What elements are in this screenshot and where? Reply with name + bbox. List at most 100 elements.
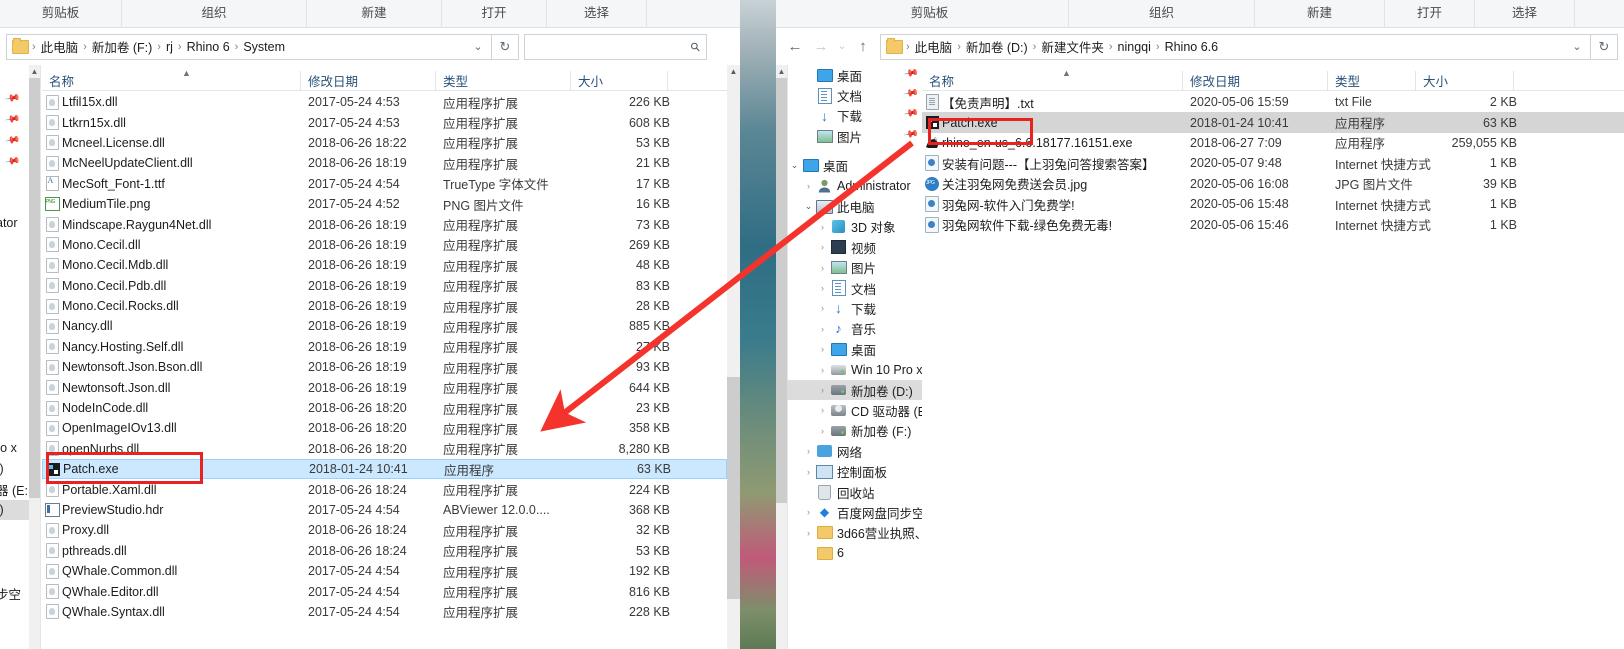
nav-item-14[interactable]: › 桌面 <box>787 339 922 359</box>
scroll-up-icon[interactable]: ▲ <box>727 65 740 79</box>
nav-pane-left-clipped[interactable]: 📌📌📌📌atorro x:)器 (E::)步空 ▲ <box>0 65 42 649</box>
ribbon-group-clipboard[interactable]: 剪贴板 <box>791 0 1069 27</box>
column-header-spare[interactable] <box>667 71 727 90</box>
file-name-cell[interactable]: Mindscape.Raygun4Net.dll <box>42 217 308 233</box>
file-name-cell[interactable]: Mcneel.License.dll <box>42 135 308 151</box>
file-name-cell[interactable]: 关注羽兔网免费送会员.jpg <box>922 174 1190 193</box>
ribbon-group-open[interactable]: 打开 <box>1385 0 1475 27</box>
nav-item-15[interactable]: › Win 10 Pro x <box>787 359 922 379</box>
nav-item-6[interactable]: › Administrator <box>787 176 922 196</box>
breadcrumb-left[interactable]: › 此电脑 › 新加卷 (F:) › rj › Rhino 6 › System… <box>6 33 492 60</box>
table-row[interactable]: Mono.Cecil.Rocks.dll 2018-06-26 18:19 应用程序… <box>42 296 727 316</box>
nav-item-clipped[interactable]: 📌 <box>0 151 29 171</box>
file-name-cell[interactable]: PreviewStudio.hdr <box>42 503 308 517</box>
pin-icon[interactable]: 📌 <box>4 111 21 127</box>
table-row[interactable]: 关注羽兔网免费送会员.jpg 2020-05-06 16:08 JPG 图片文件 39… <box>922 174 1624 194</box>
file-name-cell[interactable]: Mono.Cecil.Pdb.dll <box>42 278 308 294</box>
nav-item-22[interactable]: › ◆ 百度网盘同步空 <box>787 502 922 522</box>
forward-button[interactable]: → <box>808 34 834 60</box>
table-row[interactable]: MediumTile.png 2017-05-24 4:52 PNG 图片文件 16 … <box>42 194 727 214</box>
chevron-down-icon[interactable]: ⌄ <box>787 160 802 171</box>
file-name-cell[interactable]: MediumTile.png <box>42 197 308 212</box>
column-header-date[interactable]: 修改日期 <box>300 71 435 90</box>
address-bar-right[interactable]: ← → ⌄ ↑ › 此电脑 › 新加卷 (D:) › 新建文件夹 › ningq… <box>776 28 1624 65</box>
nav-item-13[interactable]: › ♪ 音乐 <box>787 319 922 339</box>
column-header-name[interactable]: 名称 ▲ <box>922 68 1182 90</box>
pin-icon[interactable]: 📌 <box>902 106 922 126</box>
table-row[interactable]: McNeelUpdateClient.dll 2018-06-26 18:19 应用… <box>42 153 727 173</box>
nav-item-23[interactable]: › 3d66营业执照、 <box>787 523 922 543</box>
ribbon-group-organize[interactable]: 组织 <box>1069 0 1255 27</box>
chevron-right-icon[interactable]: › <box>815 263 830 273</box>
pin-icon[interactable]: 📌 <box>902 86 922 106</box>
file-name-cell[interactable]: Ltfil15x.dll <box>42 94 308 110</box>
breadcrumb-right[interactable]: › 此电脑 › 新加卷 (D:) › 新建文件夹 › ningqi › Rhin… <box>880 33 1591 60</box>
file-name-cell[interactable]: Nancy.dll <box>42 318 308 334</box>
table-row[interactable]: Mono.Cecil.Mdb.dll 2018-06-26 18:19 应用程序扩展… <box>42 255 727 275</box>
nav-item-20[interactable]: › 控制面板 <box>787 461 922 481</box>
chevron-right-icon[interactable]: › <box>815 242 830 252</box>
ribbon-group-new[interactable]: 新建 <box>307 0 442 27</box>
nav-item-clipped[interactable]: 📌 <box>0 88 29 108</box>
chevron-right-icon[interactable]: › <box>801 467 816 477</box>
chevron-right-icon[interactable]: › <box>801 181 816 191</box>
file-name-cell[interactable]: 6 rhino_en-us_6.6.18177.16151.exe <box>922 136 1190 150</box>
nav-item-clipped[interactable]: ator <box>0 213 29 233</box>
file-name-cell[interactable]: 羽兔网软件下载-绿色免费无毒! <box>922 215 1190 234</box>
file-name-cell[interactable]: 安装有问题---【上羽兔问答搜索答案】 <box>922 154 1190 173</box>
column-header-spare[interactable] <box>1513 71 1573 90</box>
table-row[interactable]: pthreads.dll 2018-06-26 18:24 应用程序扩展 53 KB <box>42 541 727 561</box>
file-name-cell[interactable]: Patch.exe <box>922 116 1190 130</box>
ribbon-group-clipboard[interactable]: 剪贴板 <box>0 0 122 27</box>
breadcrumb-item-system[interactable]: System <box>239 40 289 54</box>
search-input-left[interactable]: ⚲ <box>524 33 707 60</box>
file-name-cell[interactable]: MecSoft_Font-1.ttf <box>42 176 308 192</box>
column-header-date[interactable]: 修改日期 <box>1182 71 1327 90</box>
file-pane-right[interactable]: 名称 ▲ 修改日期 类型 大小 【免责声明】.txt 2020-05-06 15:… <box>922 65 1624 649</box>
back-button[interactable]: ← <box>782 34 808 60</box>
chevron-down-icon[interactable]: ⌄ <box>467 40 489 53</box>
nav-item-clipped[interactable]: :) <box>0 500 29 520</box>
explorer-window-right[interactable]: 剪贴板 组织 新建 打开 选择 ← → ⌄ ↑ › 此电脑 › 新加卷 (D:)… <box>776 0 1624 649</box>
chevron-right-icon[interactable]: › <box>815 365 830 375</box>
nav-item-2[interactable]: ↓ 下载 📌 <box>787 106 922 126</box>
scroll-up-icon[interactable]: ▲ <box>776 65 787 78</box>
table-row[interactable]: 【免责声明】.txt 2020-05-06 15:59 txt File 2 KB <box>922 92 1624 112</box>
nav-item-clipped[interactable]: :) <box>0 459 29 479</box>
breadcrumb-item-ningqi[interactable]: ningqi <box>1114 40 1155 54</box>
ribbon-group-organize[interactable]: 组织 <box>122 0 307 27</box>
chevron-right-icon[interactable]: › <box>815 283 830 293</box>
table-row[interactable]: openNurbs.dll 2018-06-26 18:20 应用程序扩展 8,280… <box>42 439 727 459</box>
chevron-down-icon[interactable]: ⌄ <box>1566 40 1588 53</box>
nav-item-clipped[interactable]: 📌 <box>0 130 29 150</box>
table-row[interactable]: MecSoft_Font-1.ttf 2017-05-24 4:54 TrueTyp… <box>42 174 727 194</box>
pin-icon[interactable]: 📌 <box>4 90 21 106</box>
table-row[interactable]: Nancy.dll 2018-06-26 18:19 应用程序扩展 885 KB <box>42 316 727 336</box>
table-row[interactable]: QWhale.Common.dll 2017-05-24 4:54 应用程序扩展 19… <box>42 561 727 581</box>
chevron-right-icon[interactable]: › <box>801 528 816 538</box>
ribbon-group-select[interactable]: 选择 <box>547 0 647 27</box>
address-bar-left[interactable]: › 此电脑 › 新加卷 (F:) › rj › Rhino 6 › System… <box>0 28 740 65</box>
table-row[interactable]: QWhale.Editor.dll 2017-05-24 4:54 应用程序扩展 81… <box>42 581 727 601</box>
file-name-cell[interactable]: NodeInCode.dll <box>42 400 308 416</box>
table-row[interactable]: PreviewStudio.hdr 2017-05-24 4:54 ABViewer… <box>42 500 727 520</box>
chevron-right-icon[interactable]: › <box>815 426 830 436</box>
table-row[interactable]: Ltkrn15x.dll 2017-05-24 4:53 应用程序扩展 608 KB <box>42 112 727 132</box>
scroll-up-icon[interactable]: ▲ <box>29 65 40 78</box>
explorer-window-left[interactable]: 剪贴板 组织 新建 打开 选择 › 此电脑 › 新加卷 (F:) › rj › … <box>0 0 740 649</box>
column-header-size[interactable]: 大小 <box>570 71 667 90</box>
nav-item-3[interactable]: 图片 📌 <box>787 126 922 146</box>
chevron-right-icon[interactable]: › <box>815 303 830 313</box>
nav-item-18[interactable]: › 新加卷 (F:) <box>787 421 922 441</box>
file-name-cell[interactable]: McNeelUpdateClient.dll <box>42 155 308 171</box>
file-scrollbar-left[interactable]: ▲ <box>727 65 740 649</box>
ribbon-group-new[interactable]: 新建 <box>1255 0 1385 27</box>
refresh-button[interactable]: ↻ <box>1591 33 1618 60</box>
table-row[interactable]: Mono.Cecil.dll 2018-06-26 18:19 应用程序扩展 269 … <box>42 235 727 255</box>
file-name-cell[interactable]: openNurbs.dll <box>42 441 308 457</box>
ribbon-group-select[interactable]: 选择 <box>1475 0 1575 27</box>
table-row[interactable]: Mono.Cecil.Pdb.dll 2018-06-26 18:19 应用程序扩展… <box>42 276 727 296</box>
breadcrumb-item-volume-f[interactable]: 新加卷 (F:) <box>88 37 156 56</box>
breadcrumb-item-rj[interactable]: rj <box>162 40 177 54</box>
nav-item-11[interactable]: › 文档 <box>787 278 922 298</box>
